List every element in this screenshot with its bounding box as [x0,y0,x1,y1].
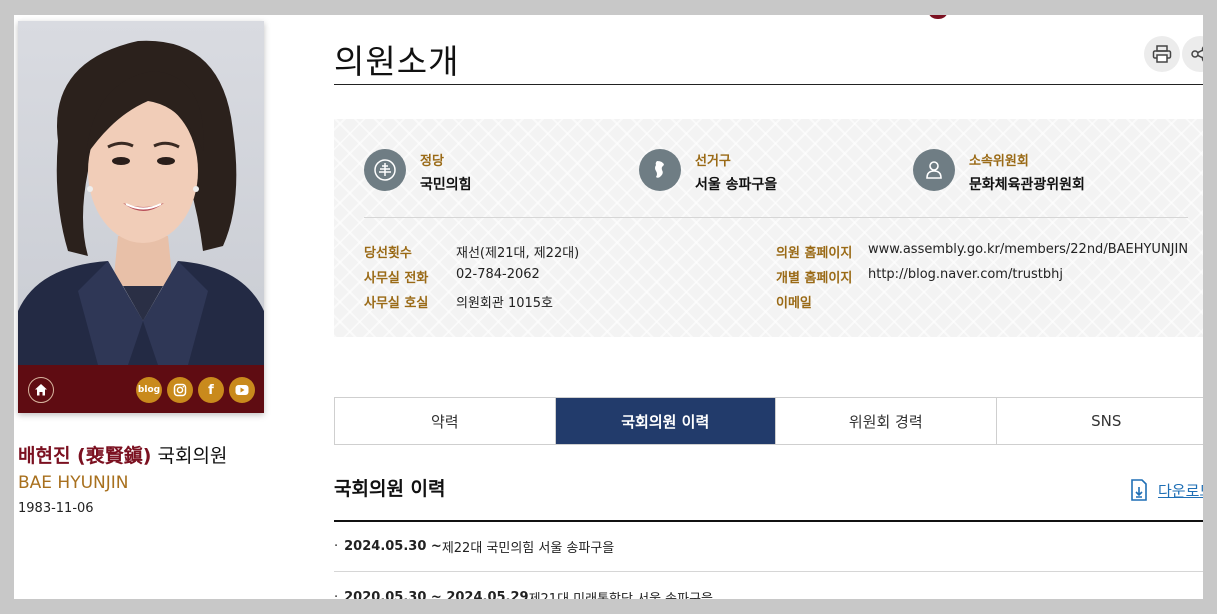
history-item: · 2024.05.30 ~ 제22대 국민의힘 서울 송파구을 [334,522,1203,572]
party-info: 정당 국민의힘 [364,149,604,195]
facebook-icon[interactable]: f [198,377,224,403]
party-emblem-icon [364,149,406,191]
page-title: 의원소개 [334,42,460,81]
download-link[interactable]: 다운로드 [1130,479,1203,501]
decorative-dot [929,15,947,19]
history-date: 2020.05.30 ~ 2024.05.29 [344,590,529,599]
bullet: · [334,539,339,554]
tab-sns[interactable]: SNS [996,398,1203,444]
download-file-icon [1131,479,1147,501]
member-info-box: 정당 국민의힘 선거구 서울 송파구을 소속위원회 문화체육관광위원회 당선횟수… [334,119,1203,337]
bullet: · [334,590,339,599]
history-text: 제22대 국민의힘 서울 송파구을 [441,541,615,556]
info-divider [364,217,1188,218]
print-button[interactable] [1144,36,1180,72]
share-icon [1191,46,1203,62]
home-icon[interactable] [28,377,54,403]
youtube-icon[interactable] [229,377,255,403]
terms-label: 당선횟수 [364,246,412,261]
district-info: 선거구 서울 송파구을 [639,149,879,195]
korea-map-icon [639,149,681,191]
personal-homepage-link[interactable]: http://blog.naver.com/trustbhj [868,267,1063,282]
office-phone-value: 02-784-2062 [456,267,540,282]
tab-assembly-history[interactable]: 국회의원 이력 [555,398,776,444]
blog-icon-label: blog [137,385,161,395]
committee-info: 소속위원회 문화체육관광위원회 [913,149,1153,195]
tab-bar: 약력 국회의원 이력 위원회 경력 SNS [334,397,1203,445]
office-room-value: 의원회관 1015호 [456,296,554,311]
profile-card: blog f [18,21,264,413]
committee-value: 문화체육관광위원회 [969,177,1085,193]
tab-committee-career[interactable]: 위원회 경력 [776,398,997,444]
blog-icon[interactable]: blog [136,377,162,403]
section-title: 국회의원 이력 [334,478,446,500]
email-label: 이메일 [776,296,812,311]
facebook-icon-label: f [208,382,214,398]
history-text: 제21대 미래통합당 서울 송파구을 [529,588,713,599]
print-icon [1152,45,1172,63]
office-room-label: 사무실 호실 [364,296,429,311]
homepage-label: 의원 홈페이지 [776,246,853,261]
download-label: 다운로드 [1158,481,1203,500]
party-label: 정당 [420,154,444,169]
history-item: · 2020.05.30 ~ 2024.05.29 제21대 미래통합당 서울 … [334,573,1203,599]
personal-homepage-label: 개별 홈페이지 [776,271,853,286]
member-role: 국회의원 [157,445,228,467]
district-label: 선거구 [695,154,731,169]
member-name: 배현진 (裵賢鎭) 국회의원 [18,441,227,468]
social-bar: blog f [18,365,264,413]
member-name-kr: 배현진 (裵賢鎭) [18,445,152,467]
member-name-en: BAE HYUNJIN [18,473,129,493]
district-value: 서울 송파구을 [695,177,778,193]
party-value: 국민의힘 [420,177,472,193]
committee-label: 소속위원회 [969,154,1029,169]
homepage-link[interactable]: www.assembly.go.kr/members/22nd/BAEHYUNJ… [868,242,1188,257]
profile-photo [18,21,264,365]
title-divider [334,84,1203,85]
member-birthdate: 1983-11-06 [18,501,94,516]
terms-value: 재선(제21대, 제22대) [456,246,580,261]
tab-biography[interactable]: 약력 [335,398,556,444]
page-container: blog f 배현진 (裵賢鎭) 국회의원 BAE HYUNJIN 1983-1… [14,15,1203,599]
instagram-icon[interactable] [167,377,193,403]
history-date: 2024.05.30 ~ [344,539,442,554]
share-button[interactable] [1182,36,1203,72]
office-phone-label: 사무실 전화 [364,271,429,286]
person-icon [913,149,955,191]
